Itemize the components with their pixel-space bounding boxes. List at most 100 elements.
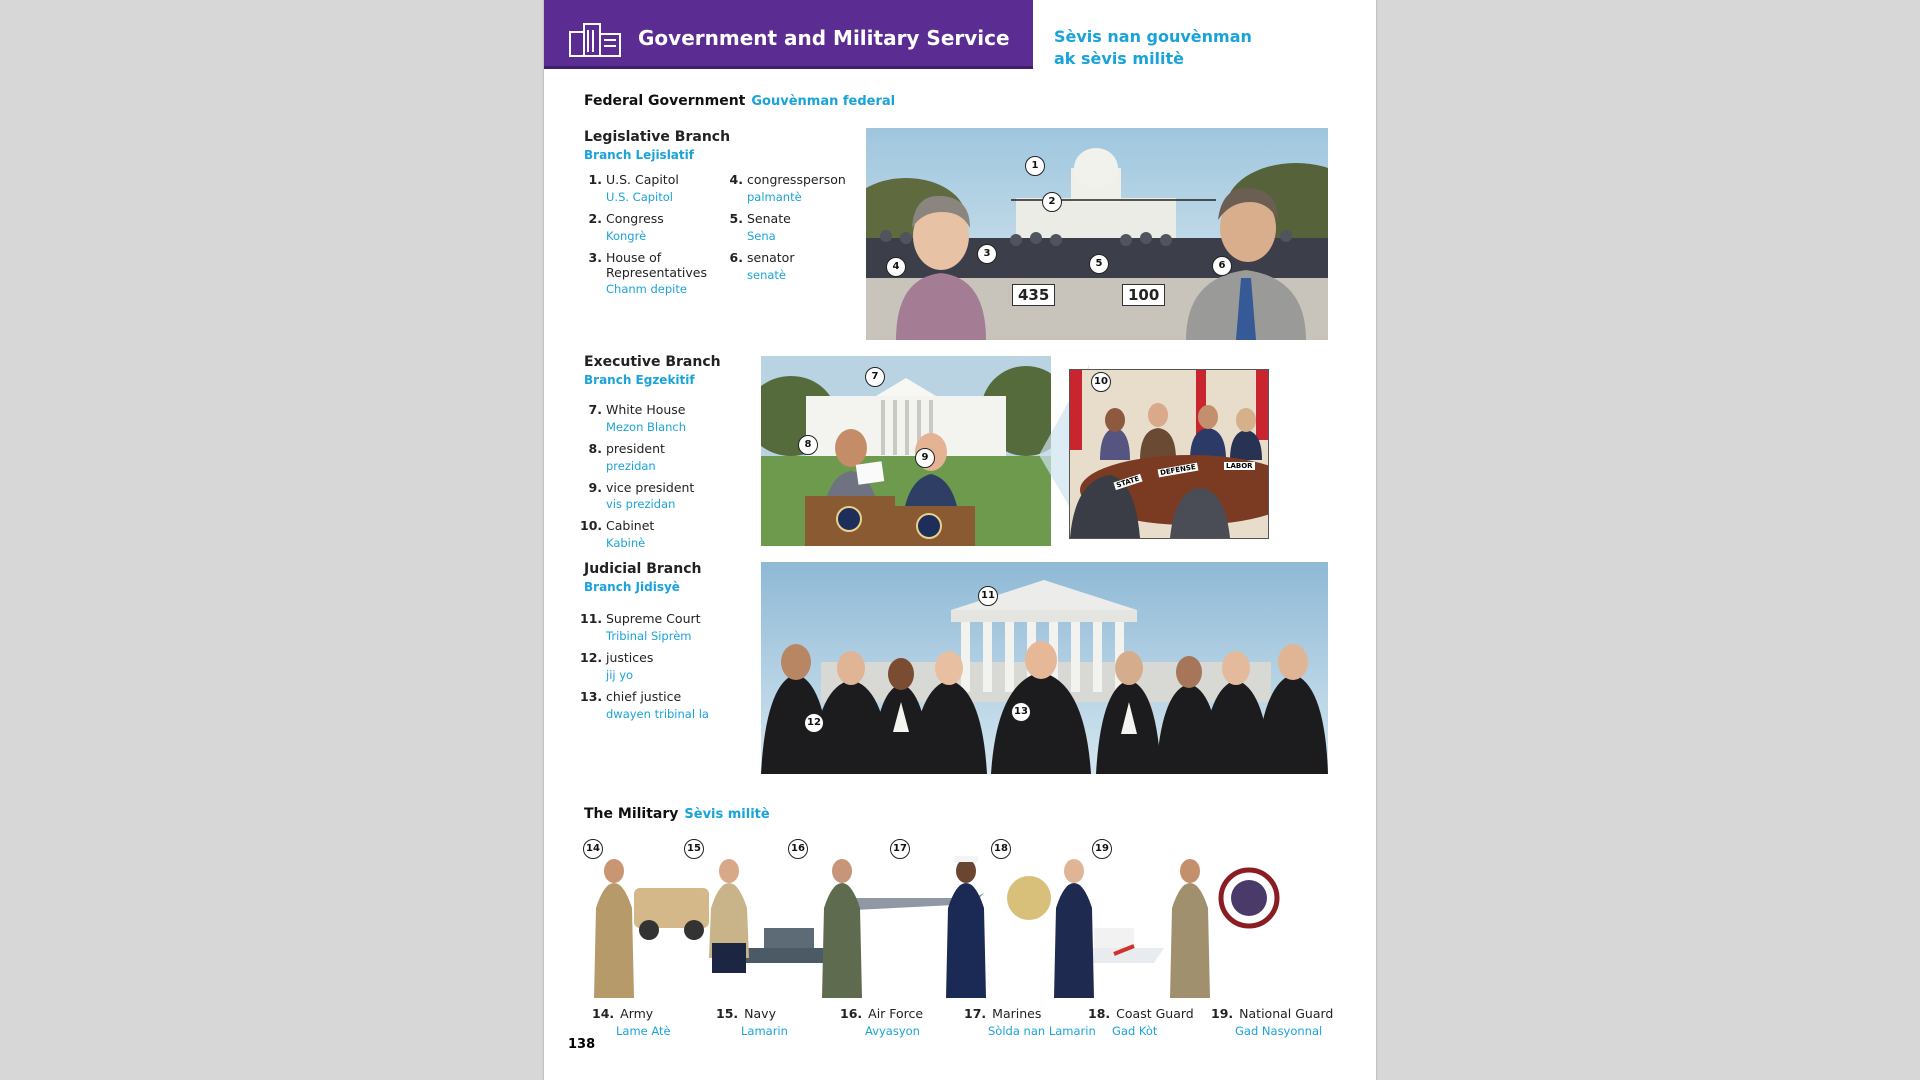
item-number: 7. — [588, 402, 602, 417]
item-number: 6. — [729, 250, 743, 265]
item-creole: Mezon Blanch — [606, 420, 687, 434]
item-number: 5. — [729, 211, 743, 226]
page-number: 138 — [568, 1037, 596, 1052]
item-english: White House — [606, 402, 686, 417]
senate-seats-sign: 100 — [1122, 284, 1166, 306]
judicial-heading-ht: Branch Jidisyè — [584, 580, 680, 594]
item-number: 10. — [580, 518, 603, 533]
callout-12: 12 — [804, 713, 824, 733]
military-heading: The Military Sèvis militè — [584, 806, 770, 822]
supreme-court-illustration: 11 12 13 — [761, 562, 1328, 774]
section-banner: Government and Military Service — [544, 0, 1033, 69]
executive-heading-ht: Branch Egzekitif — [584, 373, 695, 387]
item-number: 16. — [840, 1006, 863, 1021]
item-english: Coast Guard — [1116, 1006, 1194, 1021]
item-creole: Chanm depite — [606, 282, 687, 296]
military-item-marines: 17. Marines — [964, 1006, 1041, 1021]
callout-8: 8 — [798, 435, 818, 455]
item-english: Senate — [747, 211, 791, 226]
legislative-heading-ht: Branch Lejislatif — [584, 148, 694, 162]
supreme-court-scene — [761, 562, 1328, 774]
callout-9: 9 — [915, 448, 935, 468]
white-house-illustration: 7 8 9 — [761, 356, 1051, 546]
item-number: 17. — [964, 1006, 987, 1021]
capitol-scene — [866, 128, 1328, 340]
item-number: 14. — [592, 1006, 615, 1021]
item-creole: palmantè — [747, 190, 802, 204]
item-creole: Sena — [747, 229, 776, 243]
callout-17: 17 — [890, 839, 910, 859]
item-creole: dwayen tribinal la — [606, 707, 709, 721]
textbook-page: Government and Military Service Sèvis na… — [544, 0, 1376, 1080]
item-number: 9. — [588, 480, 602, 495]
item-english: Air Force — [868, 1006, 924, 1021]
item-creole: prezidan — [606, 459, 656, 473]
item-creole: senatè — [747, 268, 786, 282]
cabinet-illustration: 10 STATE DEFENSE LABOR — [1069, 369, 1269, 539]
federal-heading-ht: Gouvènman federal — [751, 94, 896, 109]
item-number: 4. — [729, 172, 743, 187]
executive-heading-en: Executive Branch — [584, 354, 721, 370]
callout-19: 19 — [1092, 839, 1112, 859]
callout-6: 6 — [1212, 256, 1232, 276]
item-creole: jij yo — [606, 668, 634, 682]
callout-15: 15 — [684, 839, 704, 859]
federal-heading: Federal Government Gouvènman federal — [584, 93, 895, 109]
military-heading-en: The Military — [584, 806, 679, 822]
item-number: 8. — [588, 441, 602, 456]
callout-1: 1 — [1025, 156, 1045, 176]
callout-7: 7 — [865, 367, 885, 387]
legislative-heading-en: Legislative Branch — [584, 129, 731, 145]
item-number: 1. — [588, 172, 602, 187]
item-number: 2. — [588, 211, 602, 226]
item-english: U.S. Capitol — [606, 172, 679, 187]
item-number: 3. — [588, 250, 602, 265]
item-number: 15. — [716, 1006, 739, 1021]
item-creole: Kabinè — [606, 536, 646, 550]
callout-3: 3 — [977, 244, 997, 264]
judicial-heading-en: Judicial Branch — [584, 561, 702, 577]
page-subtitle: Sèvis nan gouvènman ak sèvis militè — [1054, 27, 1252, 68]
placard-labor: LABOR — [1224, 462, 1255, 470]
item-english: president — [606, 441, 665, 456]
military-item-coast-guard: 18. Coast Guard — [1088, 1006, 1194, 1021]
military-item-air-force: 16. Air Force — [840, 1006, 923, 1021]
military-item-navy: 15. Navy — [716, 1006, 776, 1021]
government-buildings-icon — [569, 23, 621, 57]
cabinet-scene — [1070, 370, 1268, 538]
legislative-heading: Legislative Branch Branch Lejislatif — [584, 128, 730, 164]
page-title: Government and Military Service — [638, 26, 1010, 50]
item-creole: Tribinal Siprèm — [606, 629, 692, 643]
callout-13: 13 — [1011, 702, 1031, 722]
callout-10: 10 — [1091, 372, 1111, 392]
item-creole: Gad Kòt — [1112, 1024, 1158, 1038]
item-english: vice president — [606, 480, 695, 495]
callout-18: 18 — [991, 839, 1011, 859]
item-creole: vis prezidan — [606, 497, 676, 511]
item-number: 18. — [1088, 1006, 1111, 1021]
item-creole: Lamarin — [741, 1024, 788, 1038]
callout-2: 2 — [1042, 192, 1062, 212]
callout-5: 5 — [1089, 254, 1109, 274]
item-english: Congress — [606, 211, 664, 226]
callout-14: 14 — [583, 839, 603, 859]
item-english: Supreme Court — [606, 611, 701, 626]
item-english: chief justice — [606, 689, 682, 704]
item-creole: Lame Atè — [616, 1024, 671, 1038]
item-creole: U.S. Capitol — [606, 190, 673, 204]
item-english: senator — [747, 250, 795, 265]
item-creole: Avyasyon — [865, 1024, 920, 1038]
callout-11: 11 — [978, 586, 998, 606]
item-english: House of Representatives — [606, 250, 707, 280]
military-illustrations — [594, 856, 1280, 998]
item-english: Army — [620, 1006, 654, 1021]
item-number: 11. — [580, 611, 603, 626]
judicial-heading: Judicial Branch Branch Jidisyè — [584, 560, 701, 596]
item-creole: Gad Nasyonnal — [1235, 1024, 1323, 1038]
house-seats-sign: 435 — [1012, 284, 1056, 306]
callout-16: 16 — [788, 839, 808, 859]
military-heading-ht: Sèvis militè — [684, 807, 770, 822]
item-english: Cabinet — [606, 518, 655, 533]
item-creole: Sòlda nan Lamarin — [988, 1024, 1096, 1038]
military-item-army: 14. Army — [592, 1006, 653, 1021]
